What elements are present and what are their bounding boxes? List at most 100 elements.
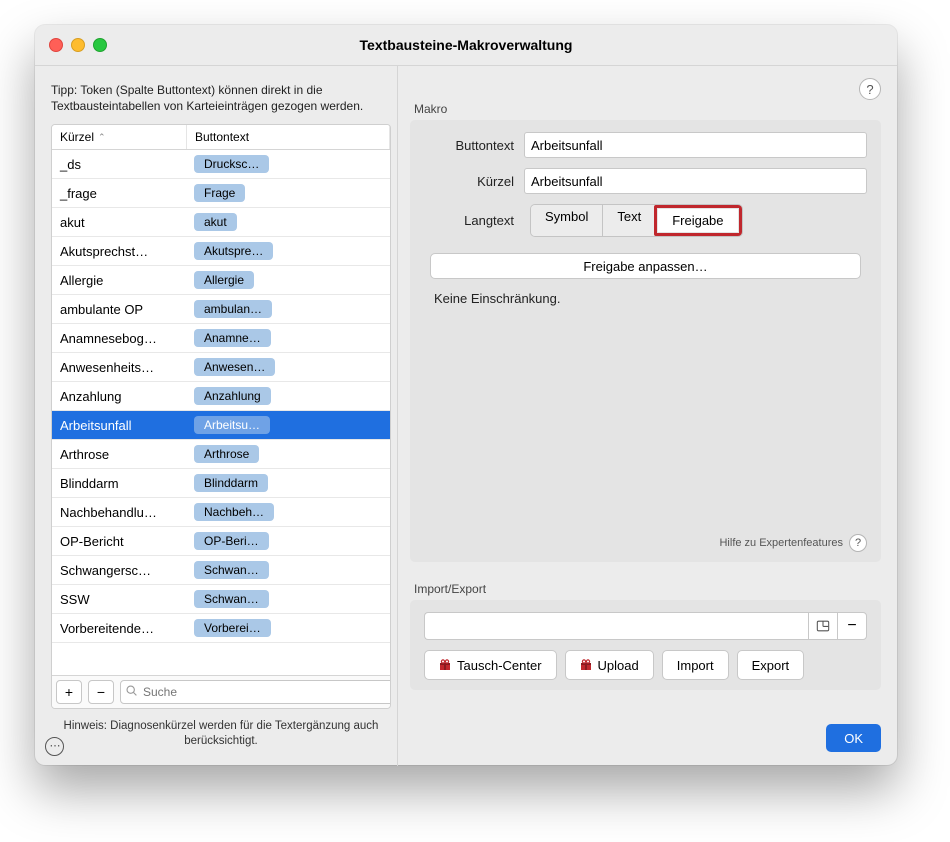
right-pane: ? Makro Buttontext Kürzel Langtext Sym xyxy=(398,66,897,766)
table-row[interactable]: Nachbehandlu… Nachbeh… xyxy=(52,498,390,527)
gift-icon xyxy=(580,659,592,671)
cell-buttontext: Drucksc… xyxy=(186,155,390,173)
cell-kuerzel: Anzahlung xyxy=(52,389,186,404)
buttontext-token[interactable]: OP-Beri… xyxy=(194,532,269,550)
cell-kuerzel: _ds xyxy=(52,157,186,172)
import-export-group: − Tausch-Center Upload Import Export xyxy=(410,600,881,690)
cell-buttontext: Nachbeh… xyxy=(186,503,390,521)
cell-kuerzel: Nachbehandlu… xyxy=(52,505,186,520)
column-kuerzel-label: Kürzel xyxy=(60,130,94,144)
freigabe-adjust-button[interactable]: Freigabe anpassen… xyxy=(430,253,861,279)
import-export-section-label: Import/Export xyxy=(414,582,881,596)
tab-freigabe[interactable]: Freigabe xyxy=(658,209,737,232)
table-row[interactable]: Vorbereitende…Vorberei… xyxy=(52,614,390,643)
search-icon xyxy=(125,684,138,697)
buttontext-token[interactable]: ambulan… xyxy=(194,300,272,318)
buttontext-token[interactable]: Allergie xyxy=(194,271,254,289)
cell-kuerzel: Arbeitsunfall xyxy=(52,418,186,433)
table-row[interactable]: SSW Schwan… xyxy=(52,585,390,614)
upload-label: Upload xyxy=(598,658,639,673)
kuerzel-field[interactable] xyxy=(524,168,867,194)
langtext-label: Langtext xyxy=(424,213,524,228)
buttontext-token[interactable]: Drucksc… xyxy=(194,155,269,173)
cell-kuerzel: Blinddarm xyxy=(52,476,186,491)
window: Textbausteine-Makroverwaltung Tipp: Toke… xyxy=(35,25,897,765)
table-row[interactable]: Arbeitsunfall Arbeitsu… xyxy=(52,411,390,440)
import-export-path-field[interactable] xyxy=(424,612,808,640)
table-header: Kürzel ⌃ Buttontext xyxy=(52,125,390,150)
gift-icon xyxy=(439,659,451,671)
buttontext-field[interactable] xyxy=(524,132,867,158)
tab-symbol[interactable]: Symbol xyxy=(531,205,603,236)
cell-buttontext: akut xyxy=(186,213,390,231)
export-button[interactable]: Export xyxy=(737,650,805,680)
makro-group: Buttontext Kürzel Langtext Symbol Text xyxy=(410,120,881,562)
table-row[interactable]: Akutsprechst… Akutspre… xyxy=(52,237,390,266)
kuerzel-label: Kürzel xyxy=(424,174,524,189)
table-row[interactable]: _frageFrage xyxy=(52,179,390,208)
buttontext-token[interactable]: Arbeitsu… xyxy=(194,416,270,434)
clear-path-button[interactable]: − xyxy=(837,612,867,640)
buttontext-token[interactable]: Vorberei… xyxy=(194,619,271,637)
help-button[interactable]: ? xyxy=(859,78,881,100)
buttontext-token[interactable]: Blinddarm xyxy=(194,474,268,492)
table-row[interactable]: OP-BerichtOP-Beri… xyxy=(52,527,390,556)
table-row[interactable]: akutakut xyxy=(52,208,390,237)
table-row[interactable]: Anamnesebog…Anamne… xyxy=(52,324,390,353)
buttontext-token[interactable]: Anamne… xyxy=(194,329,271,347)
tausch-center-button[interactable]: Tausch-Center xyxy=(424,650,557,680)
left-pane: Tipp: Token (Spalte Buttontext) können d… xyxy=(35,66,398,766)
table-row[interactable]: Schwangersc…Schwan… xyxy=(52,556,390,585)
search-input[interactable] xyxy=(120,680,391,704)
cell-kuerzel: SSW xyxy=(52,592,186,607)
cell-buttontext: ambulan… xyxy=(186,300,390,318)
choose-file-button[interactable] xyxy=(808,612,837,640)
cell-kuerzel: Akutsprechst… xyxy=(52,244,186,259)
table-row[interactable]: Arthrose Arthrose xyxy=(52,440,390,469)
expert-features-hint: Hilfe zu Expertenfeatures ? xyxy=(719,534,867,552)
buttontext-token[interactable]: Nachbeh… xyxy=(194,503,274,521)
buttontext-token[interactable]: Arthrose xyxy=(194,445,259,463)
upload-button[interactable]: Upload xyxy=(565,650,654,680)
buttontext-token[interactable]: Frage xyxy=(194,184,245,202)
cell-buttontext: Vorberei… xyxy=(186,619,390,637)
minimize-window-button[interactable] xyxy=(71,38,85,52)
table-row[interactable]: ambulante OPambulan… xyxy=(52,295,390,324)
search-field-wrap xyxy=(120,680,386,704)
column-kuerzel[interactable]: Kürzel ⌃ xyxy=(52,125,187,149)
table-row[interactable]: Blinddarm Blinddarm xyxy=(52,469,390,498)
tab-text[interactable]: Text xyxy=(603,205,656,236)
table-row[interactable]: Anzahlung Anzahlung xyxy=(52,382,390,411)
table-row[interactable]: Anwesenheits… Anwesen… xyxy=(52,353,390,382)
remove-row-button[interactable]: − xyxy=(88,680,114,704)
table-row[interactable]: _ds Drucksc… xyxy=(52,150,390,179)
buttontext-label: Buttontext xyxy=(424,138,524,153)
cell-buttontext: Blinddarm xyxy=(186,474,390,492)
add-row-button[interactable]: + xyxy=(56,680,82,704)
window-title: Textbausteine-Makroverwaltung xyxy=(35,37,897,53)
cell-buttontext: Frage xyxy=(186,184,390,202)
ok-button[interactable]: OK xyxy=(826,724,881,752)
makro-section-label: Makro xyxy=(414,102,881,116)
buttontext-token[interactable]: Anwesen… xyxy=(194,358,275,376)
buttontext-token[interactable]: Schwan… xyxy=(194,590,269,608)
close-window-button[interactable] xyxy=(49,38,63,52)
zoom-window-button[interactable] xyxy=(93,38,107,52)
table-row[interactable]: Allergie Allergie xyxy=(52,266,390,295)
cell-buttontext: OP-Beri… xyxy=(186,532,390,550)
buttontext-token[interactable]: Schwan… xyxy=(194,561,269,579)
buttontext-token[interactable]: Anzahlung xyxy=(194,387,271,405)
expert-help-button[interactable]: ? xyxy=(849,534,867,552)
buttontext-token[interactable]: akut xyxy=(194,213,237,231)
cell-buttontext: Akutspre… xyxy=(186,242,390,260)
buttontext-token[interactable]: Akutspre… xyxy=(194,242,273,260)
import-button[interactable]: Import xyxy=(662,650,729,680)
tip-text: Tipp: Token (Spalte Buttontext) können d… xyxy=(51,82,391,114)
cell-kuerzel: Anwesenheits… xyxy=(52,360,186,375)
cell-kuerzel: Allergie xyxy=(52,273,186,288)
cell-kuerzel: Arthrose xyxy=(52,447,186,462)
column-buttontext[interactable]: Buttontext xyxy=(187,125,390,149)
more-options-icon[interactable]: ⋯ xyxy=(45,737,64,756)
freigabe-panel: Freigabe anpassen… Keine Einschränkung. xyxy=(424,253,867,306)
table-body[interactable]: _dsDrucksc…_frageFrageakutakutAkutsprech… xyxy=(52,150,390,675)
